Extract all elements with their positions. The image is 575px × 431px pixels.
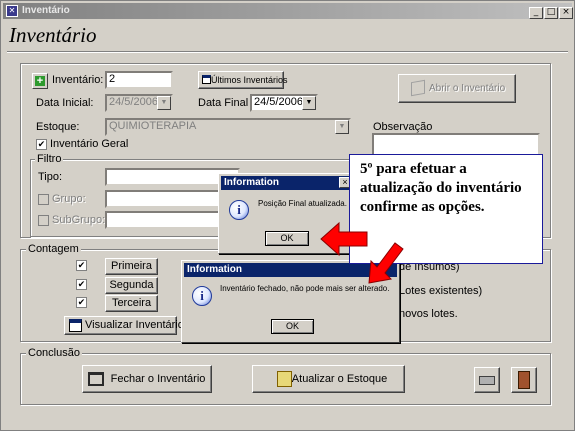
notepad-pencil-icon — [277, 371, 292, 387]
data-final-label: Data Final — [198, 97, 249, 109]
page-title: Inventário — [9, 23, 97, 47]
minimize-button[interactable]: _ — [529, 7, 543, 19]
inventario-geral-checkbox[interactable]: ✔ — [36, 139, 47, 150]
data-inicial-value: 24/5/2006 — [109, 96, 158, 108]
visualizar-inventario-button[interactable]: Visualizar Inventário — [64, 316, 184, 335]
red-arrow-left-icon — [320, 221, 368, 257]
visualizar-inventario-label: Visualizar Inventário — [85, 319, 184, 331]
exit-button[interactable] — [511, 367, 537, 393]
ultimos-inventarios-label: Últimos Inventários — [211, 75, 288, 85]
grupo-label: Grupo: — [52, 193, 86, 205]
abrir-inventario-label: Abrir o Inventário — [429, 83, 506, 94]
subgrupo-checkbox[interactable] — [38, 215, 49, 226]
atualizar-estoque-button[interactable]: Atualizar o Estoque — [252, 365, 405, 393]
inventario-geral-label: Inventário Geral — [50, 138, 129, 150]
primeira-checkbox[interactable]: ✔ — [76, 260, 87, 271]
dialog1-title-bar[interactable]: Information — [221, 176, 352, 190]
open-book-icon — [411, 79, 425, 97]
divider — [7, 51, 568, 53]
main-window: ✕ Inventário _ □ × Inventário + Inventár… — [0, 0, 575, 431]
dialog1-title: Information — [224, 177, 279, 188]
inventario-label: Inventário: — [52, 74, 104, 86]
dialog2-ok-button[interactable]: OK — [271, 319, 314, 334]
title-bar[interactable]: ✕ Inventário _ □ × — [3, 3, 573, 19]
data-inicial-field[interactable]: 24/5/2006 ▼ — [105, 94, 173, 112]
terceira-checkbox[interactable]: ✔ — [76, 297, 87, 308]
dialog2-message: Inventário fechado, não pode mais ser al… — [220, 284, 390, 293]
window-icon — [202, 75, 211, 84]
dialog1-ok-button[interactable]: OK — [265, 231, 309, 246]
tipo-label: Tipo: — [38, 171, 63, 183]
contagem-option-lotes-existentes: Lotes existentes) — [399, 285, 483, 297]
primeira-button[interactable]: Primeira — [105, 258, 158, 275]
fechar-inventario-button[interactable]: Fechar o Inventário — [82, 365, 212, 393]
desk-icon — [88, 372, 104, 386]
printer-icon — [479, 376, 495, 385]
plus-icon: + — [35, 75, 45, 87]
data-inicial-label: Data Inicial: — [36, 97, 94, 109]
chevron-down-icon[interactable]: ▼ — [157, 96, 171, 110]
chevron-down-icon[interactable]: ▼ — [335, 120, 349, 134]
estoque-select[interactable]: QUIMIOTERAPIA ▼ — [105, 118, 351, 136]
segunda-button[interactable]: Segunda — [105, 277, 158, 294]
close-button[interactable]: × — [559, 7, 573, 19]
add-inventory-button[interactable]: + — [32, 73, 48, 89]
red-arrow-down-left-icon — [368, 242, 404, 284]
estoque-label: Estoque: — [36, 121, 80, 133]
estoque-value: QUIMIOTERAPIA — [109, 120, 197, 132]
observacao-label: Observação — [371, 121, 435, 133]
atualizar-estoque-label: Atualizar o Estoque — [291, 373, 388, 385]
chevron-down-icon[interactable]: ▼ — [302, 96, 316, 110]
exit-door-icon — [518, 371, 530, 389]
data-final-field[interactable]: 24/5/2006 ▼ — [250, 94, 318, 112]
info-icon: i — [229, 200, 249, 220]
contagem-label: Contagem — [26, 243, 81, 255]
inventario-input[interactable]: 2 — [105, 71, 173, 89]
info-icon: i — [192, 286, 212, 306]
fechar-inventario-label: Fechar o Inventário — [110, 373, 206, 385]
grupo-checkbox[interactable] — [38, 194, 49, 205]
subgrupo-label: SubGrupo: — [52, 214, 106, 226]
document-icon — [69, 319, 82, 332]
maximize-button[interactable]: □ — [544, 7, 558, 19]
abrir-inventario-button[interactable]: Abrir o Inventário — [398, 74, 516, 103]
data-final-value: 24/5/2006 — [254, 96, 303, 108]
ultimos-inventarios-button[interactable]: Últimos Inventários — [198, 71, 288, 89]
segunda-checkbox[interactable]: ✔ — [76, 279, 87, 290]
dialog1-message: Posição Final atualizada. — [258, 199, 347, 208]
conclusao-label: Conclusão — [26, 347, 82, 359]
terceira-button[interactable]: Terceira — [105, 295, 158, 312]
dialog2-title: Information — [187, 264, 242, 275]
filtro-label: Filtro — [35, 153, 64, 165]
window-title: Inventário — [22, 5, 70, 16]
contagem-option-novos-lotes: novos lotes. — [399, 308, 458, 320]
print-button[interactable] — [474, 367, 500, 393]
app-icon: ✕ — [6, 5, 18, 17]
